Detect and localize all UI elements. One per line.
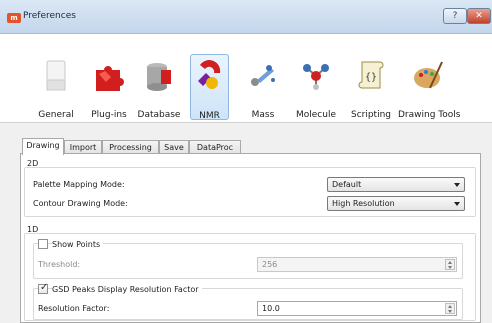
tab-import[interactable]: Import	[64, 140, 102, 154]
category-molecule[interactable]: Molecule	[293, 54, 339, 120]
mass-icon	[251, 65, 275, 86]
drawing-tab-panel: 2D Palette Mapping Mode: Default Contour…	[20, 153, 481, 323]
show-points-checkbox[interactable]	[38, 239, 48, 249]
app-icon: m	[7, 13, 21, 23]
category-label: General	[38, 110, 74, 120]
preferences-window: m Preferences ? ✕ General Plug-ins Datab…	[0, 0, 492, 323]
category-label: Molecule	[296, 110, 336, 120]
category-mass[interactable]: Mass	[243, 54, 283, 120]
category-drawing-tools[interactable]: Drawing Tools	[398, 54, 461, 120]
tab-dataproc[interactable]: DataProc	[189, 140, 241, 154]
close-button[interactable]: ✕	[467, 8, 491, 24]
category-label: Database	[137, 110, 181, 120]
contour-drawing-label: Contour Drawing Mode:	[33, 199, 128, 208]
gsd-resolution-label: GSD Peaks Display Resolution Factor	[52, 285, 202, 294]
show-points-label: Show Points	[52, 240, 104, 249]
category-toolbar: General Plug-ins Database NMR Mass Molec…	[0, 34, 492, 122]
script-icon: {}	[358, 61, 384, 89]
title-bar[interactable]: m Preferences ? ✕	[0, 0, 492, 34]
svg-text:{}: {}	[365, 72, 377, 83]
category-plug-ins[interactable]: Plug-ins	[86, 54, 132, 120]
category-general[interactable]: General	[34, 54, 78, 120]
chevron-down-icon	[454, 183, 460, 187]
magnet-icon	[197, 60, 220, 89]
threshold-label: Threshold:	[38, 260, 81, 269]
category-label: Drawing Tools	[398, 110, 461, 120]
category-label: NMR	[199, 111, 220, 121]
resolution-factor-spinbox[interactable]: 10.0	[257, 301, 457, 316]
help-button[interactable]: ?	[443, 8, 467, 24]
tab-save[interactable]: Save	[159, 140, 189, 154]
chevron-down-icon	[454, 202, 460, 206]
contour-drawing-value: High Resolution	[332, 199, 395, 208]
category-label: Plug-ins	[91, 110, 127, 120]
palette-icon	[414, 61, 443, 89]
gsd-resolution-checkbox[interactable]	[38, 282, 48, 294]
database-icon	[147, 63, 171, 91]
category-label: Mass	[251, 110, 275, 120]
resolution-factor-value: 10.0	[262, 304, 280, 313]
resolution-factor-label: Resolution Factor:	[38, 304, 110, 313]
category-label: Scripting	[350, 110, 392, 120]
threshold-spinbox[interactable]: 256	[257, 257, 457, 272]
spinner-arrows-icon[interactable]	[445, 303, 455, 314]
palette-mapping-value: Default	[332, 180, 362, 189]
window-title: Preferences	[23, 11, 76, 21]
category-nmr[interactable]: NMR	[190, 54, 229, 121]
threshold-value: 256	[262, 260, 278, 269]
molecule-icon	[303, 64, 329, 90]
general-icon	[46, 60, 66, 91]
category-scripting[interactable]: {} Scripting	[347, 54, 395, 120]
palette-mapping-select[interactable]: Default	[327, 177, 465, 192]
tab-drawing[interactable]: Drawing	[22, 138, 64, 155]
category-database[interactable]: Database	[136, 54, 182, 120]
spinner-arrows-icon[interactable]	[445, 259, 455, 270]
tab-processing[interactable]: Processing	[102, 140, 159, 154]
puzzle-icon	[96, 66, 124, 91]
palette-mapping-label: Palette Mapping Mode:	[33, 180, 125, 189]
contour-drawing-select[interactable]: High Resolution	[327, 196, 465, 211]
